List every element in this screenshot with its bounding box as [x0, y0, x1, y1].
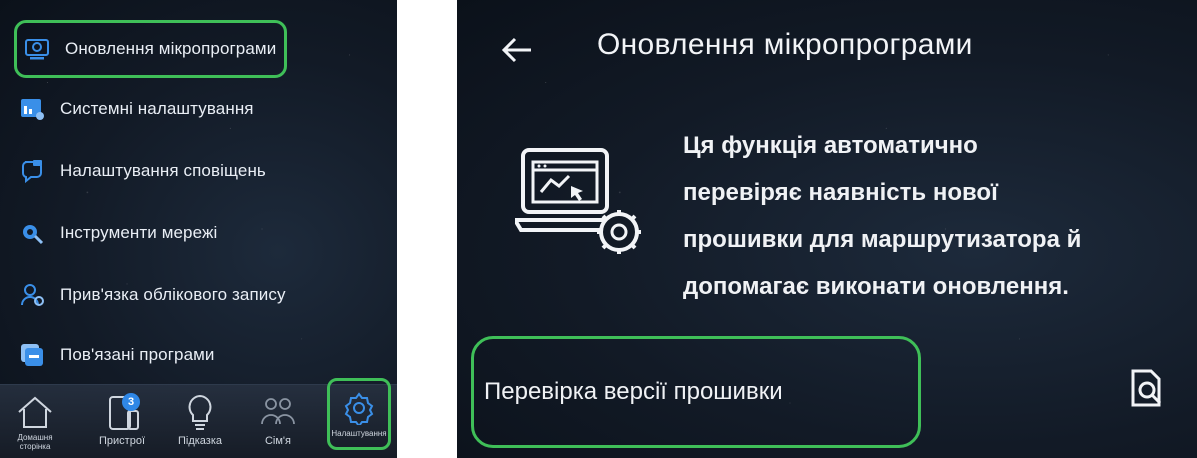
bottom-navigation: Домашня сторінка 3 Пристрої Підказка Сім…: [0, 378, 397, 458]
firmware-laptop-illustration-icon: [511, 140, 645, 260]
nav-home[interactable]: Домашня сторінка: [4, 385, 66, 458]
description: Ця функція автоматично перевіряє наявніс…: [683, 122, 1183, 310]
menu-item-related-apps[interactable]: Пов'язані програми: [18, 332, 215, 378]
home-icon: [15, 393, 55, 431]
firmware-update-screen: Оновлення мікропрограми Ця функція автом…: [457, 0, 1197, 458]
account-binding-icon: [18, 281, 46, 309]
menu-item-label: Інструменти мережі: [60, 223, 218, 242]
description-line: Ця функція автоматично: [683, 132, 978, 159]
description-line: прошивки для маршрутизатора й: [683, 226, 1082, 253]
menu-item-firmware-update[interactable]: Оновлення мікропрограми: [14, 20, 288, 78]
description-line: допомагає виконати оновлення.: [683, 273, 1069, 300]
nav-settings[interactable]: Налаштування: [327, 378, 391, 450]
menu-item-label: Оновлення мікропрограми: [65, 39, 277, 58]
check-firmware-version-button[interactable]: Перевірка версії прошивки: [471, 336, 921, 448]
network-tools-icon: [18, 219, 46, 247]
nav-tips[interactable]: Підказка: [164, 385, 236, 458]
nav-family[interactable]: Сім'я: [242, 385, 314, 458]
menu-item-label: Системні налаштування: [60, 99, 254, 118]
settings-menu-screen: Оновлення мікропрограми Системні налашту…: [0, 0, 397, 458]
devices-badge: 3: [122, 393, 140, 411]
menu-item-notification-settings[interactable]: Налаштування сповіщень: [18, 148, 266, 194]
page-title: Оновлення мікропрограми: [597, 28, 973, 61]
back-arrow-icon[interactable]: [497, 30, 537, 70]
menu-item-account-binding[interactable]: Прив'язка облікового запису: [18, 272, 286, 318]
menu-item-label: Прив'язка облікового запису: [60, 285, 286, 304]
related-apps-icon: [18, 341, 46, 369]
menu-item-label: Налаштування сповіщень: [60, 161, 266, 180]
gear-icon: [342, 389, 376, 427]
menu-item-system-settings[interactable]: Системні налаштування: [18, 86, 254, 132]
document-search-icon[interactable]: [1129, 368, 1165, 408]
check-firmware-version-label: Перевірка версії прошивки: [484, 378, 783, 405]
nav-devices[interactable]: 3 Пристрої: [86, 385, 158, 458]
system-settings-icon: [18, 95, 46, 123]
notification-settings-icon: [18, 157, 46, 185]
firmware-update-icon: [23, 35, 51, 63]
lightbulb-icon: [185, 393, 215, 431]
menu-item-label: Пов'язані програми: [60, 345, 215, 364]
family-icon: [258, 393, 298, 431]
description-line: перевіряє наявність нової: [683, 179, 998, 206]
menu-item-network-tools[interactable]: Інструменти мережі: [18, 210, 217, 256]
